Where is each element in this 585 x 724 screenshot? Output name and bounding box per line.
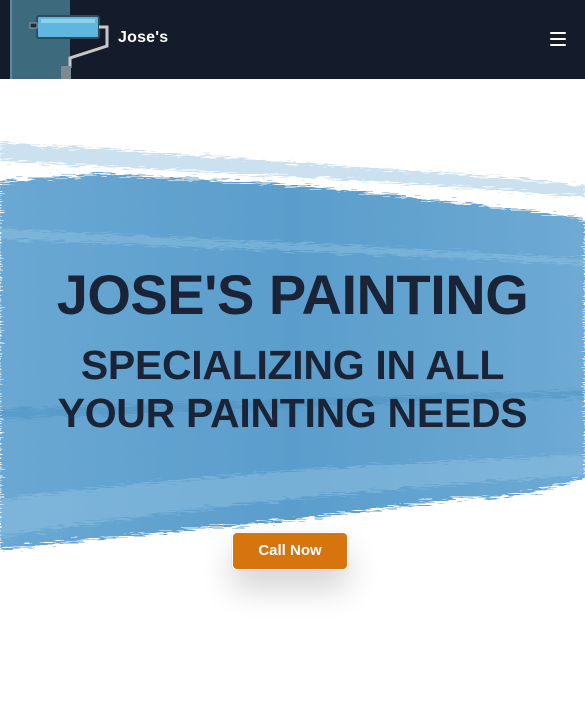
call-now-button[interactable]: Call Now xyxy=(232,532,348,570)
brand-name[interactable]: Jose's xyxy=(118,29,168,47)
paint-roller-icon[interactable] xyxy=(10,0,110,79)
hero-title: JOSE'S PAINTING xyxy=(56,263,529,326)
hero-section: JOSE'S PAINTING SPECIALIZING IN ALL YOUR… xyxy=(0,79,585,724)
hamburger-menu-icon[interactable] xyxy=(548,30,568,48)
top-navigation-bar: Jose's xyxy=(0,0,585,79)
hero-subtitle: SPECIALIZING IN ALL YOUR PAINTING NEEDS xyxy=(57,342,528,436)
